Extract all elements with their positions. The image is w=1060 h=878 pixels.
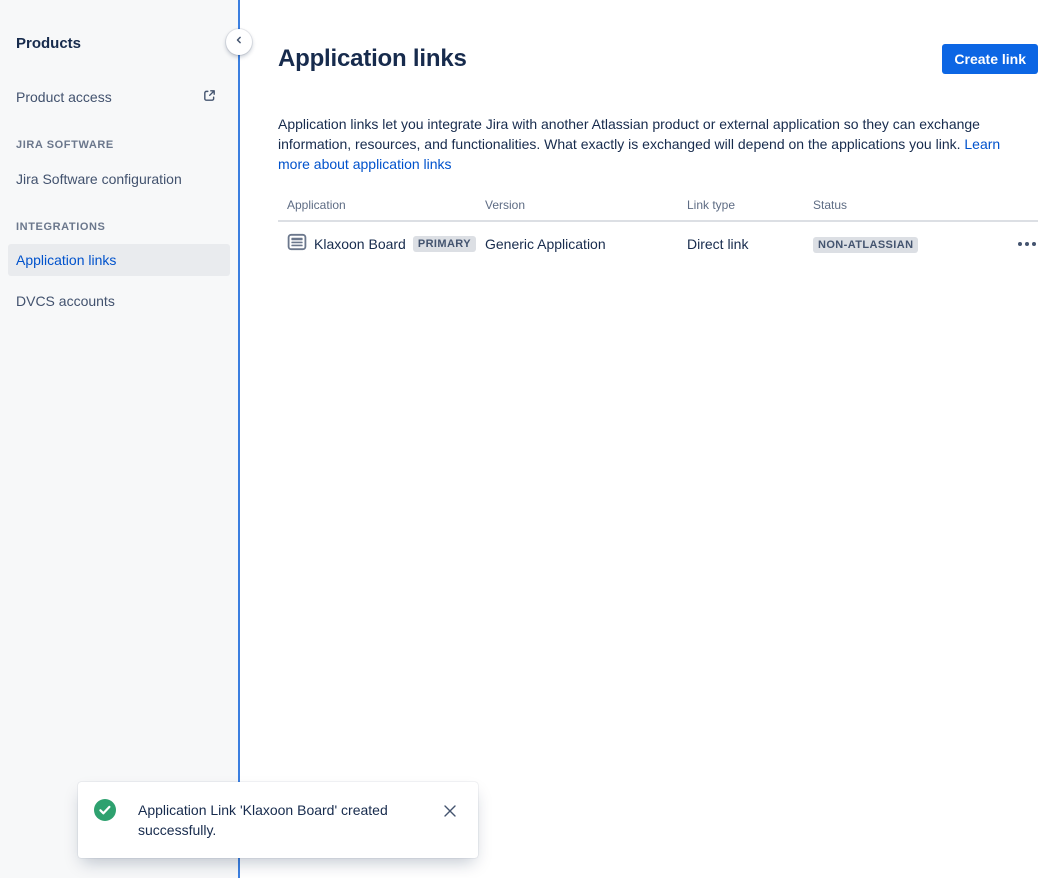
toast-message: Application Link 'Klaxoon Board' created… xyxy=(138,800,406,840)
sidebar-item-product-access[interactable]: Product access xyxy=(16,89,112,105)
page-description-text: Application links let you integrate Jira… xyxy=(278,116,980,152)
sidebar-item-application-links-label: Application links xyxy=(8,252,116,268)
sidebar-section-jira-software: JIRA SOFTWARE xyxy=(16,139,114,151)
table-header-row: Application Version Link type Status xyxy=(278,198,1038,222)
page-description: Application links let you integrate Jira… xyxy=(278,114,1032,174)
primary-badge: PRIMARY xyxy=(413,236,476,252)
version-cell: Generic Application xyxy=(485,236,687,252)
page-title: Application links xyxy=(278,45,467,73)
sidebar-item-jira-software-configuration[interactable]: Jira Software configuration xyxy=(16,171,182,187)
table-row: Klaxoon Board PRIMARY Generic Applicatio… xyxy=(278,222,1038,266)
application-links-table: Application Version Link type Status Kla… xyxy=(278,198,1038,266)
column-header-version: Version xyxy=(485,198,687,212)
close-icon[interactable] xyxy=(440,801,460,821)
sidebar-item-application-links[interactable]: Application links xyxy=(8,244,230,276)
column-header-link-type: Link type xyxy=(687,198,813,212)
column-header-status: Status xyxy=(813,198,998,212)
sidebar-collapse-button[interactable] xyxy=(226,29,252,55)
more-options-icon[interactable] xyxy=(1016,236,1038,252)
application-cell: Klaxoon Board PRIMARY xyxy=(287,232,485,257)
application-name: Klaxoon Board xyxy=(314,236,406,252)
success-toast: Application Link 'Klaxoon Board' created… xyxy=(78,782,478,858)
column-header-application: Application xyxy=(287,198,485,212)
status-badge: NON-ATLASSIAN xyxy=(813,237,918,253)
settings-sidebar: Products Product access JIRA SOFTWARE Ji… xyxy=(0,0,240,878)
page-header: Application links Create link xyxy=(278,44,1038,74)
generic-application-icon xyxy=(287,232,307,257)
chevron-left-icon xyxy=(233,33,245,51)
external-link-icon xyxy=(202,88,217,108)
success-check-icon xyxy=(94,799,116,826)
status-cell: NON-ATLASSIAN xyxy=(813,235,998,253)
sidebar-item-dvcs-accounts[interactable]: DVCS accounts xyxy=(16,293,115,309)
actions-cell xyxy=(998,236,1038,252)
create-link-button[interactable]: Create link xyxy=(942,44,1038,74)
sidebar-section-integrations: INTEGRATIONS xyxy=(16,221,106,233)
link-type-cell: Direct link xyxy=(687,236,813,252)
sidebar-heading: Products xyxy=(16,35,81,52)
application-links-page: Application links Create link Applicatio… xyxy=(242,0,1060,878)
